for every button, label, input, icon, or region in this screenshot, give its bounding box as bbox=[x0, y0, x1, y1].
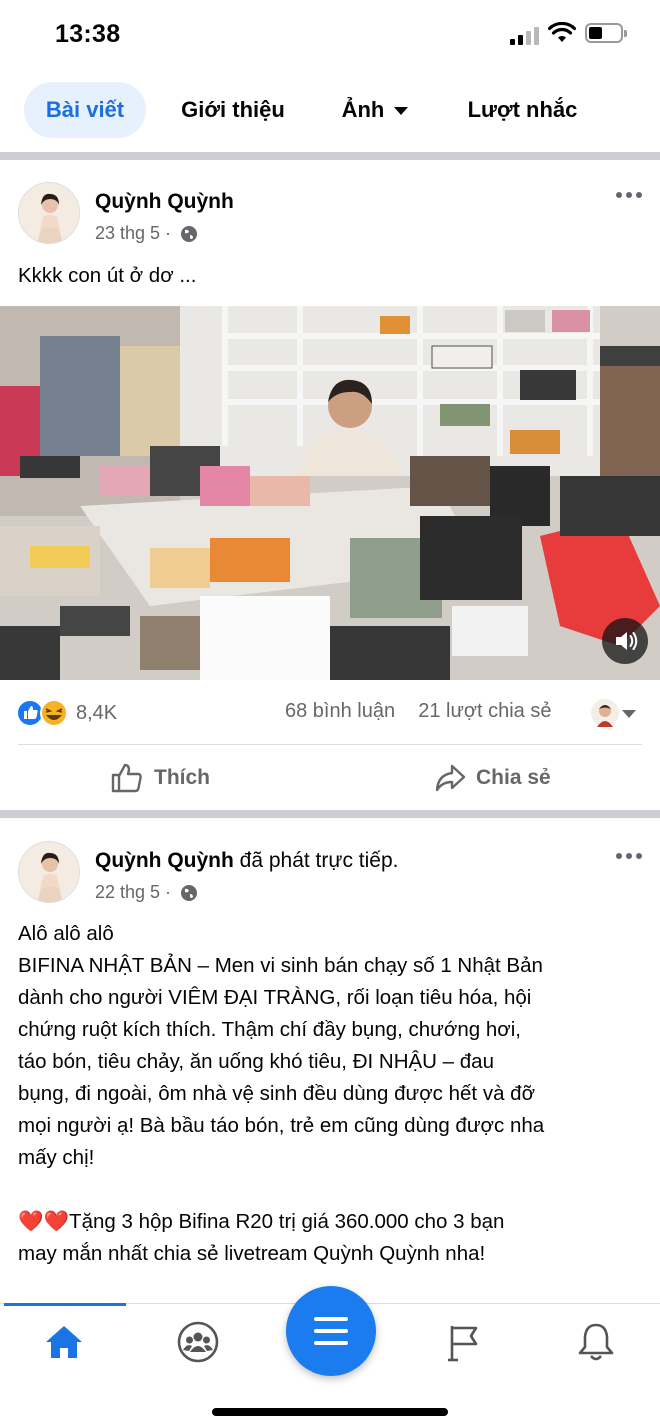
post-line: bụng, đi ngoài, ôm nhà vệ sinh đều dùng … bbox=[18, 1082, 536, 1105]
post-meta: 23 thg 5 · bbox=[95, 223, 198, 244]
pages-flag-icon bbox=[448, 1326, 478, 1362]
post-line: dành cho người VIÊM ĐẠI TRÀNG, rối loạn … bbox=[18, 986, 532, 1009]
speaker-icon bbox=[616, 632, 638, 650]
post-line: táo bón, tiêu chảy, ăn uống khó tiêu, ĐI… bbox=[18, 1050, 494, 1073]
avatar[interactable] bbox=[18, 182, 80, 244]
post-line bbox=[18, 1174, 648, 1206]
post-line: mọi người ạ! Bà bầu táo bón, trẻ em cũng… bbox=[18, 1114, 545, 1137]
nav-home[interactable] bbox=[42, 1320, 86, 1364]
post-line: mấy chị! bbox=[18, 1146, 95, 1169]
globe-icon bbox=[181, 225, 198, 242]
menu-icon bbox=[314, 1317, 348, 1321]
battery-icon bbox=[585, 23, 627, 43]
action-divider bbox=[18, 744, 642, 745]
home-indicator[interactable] bbox=[212, 1408, 448, 1416]
share-arrow-icon bbox=[435, 764, 466, 792]
sound-toggle-button[interactable] bbox=[602, 618, 648, 664]
chevron-down-icon[interactable] bbox=[622, 710, 636, 718]
section-divider bbox=[0, 152, 660, 160]
signal-icon bbox=[510, 25, 540, 45]
reaction-count: 8,4K bbox=[76, 701, 118, 724]
post-date[interactable]: 22 thg 5 · bbox=[95, 882, 171, 903]
tab-posts[interactable]: Bài viết bbox=[24, 82, 146, 138]
reactions-summary[interactable]: 8,4K bbox=[16, 696, 117, 730]
thumbs-up-icon bbox=[111, 763, 142, 793]
chevron-down-icon bbox=[394, 107, 409, 115]
comment-count[interactable]: 68 bình luận bbox=[285, 700, 395, 722]
post-body: Alô alô alô BIFINA NHẬT BẢN – Men vi sin… bbox=[18, 918, 648, 1270]
notifications-bell-icon bbox=[578, 1323, 614, 1361]
status-bar: 13:38 bbox=[0, 0, 660, 66]
share-as-avatar[interactable] bbox=[591, 699, 619, 727]
menu-button[interactable] bbox=[286, 1286, 376, 1376]
status-time: 13:38 bbox=[55, 20, 121, 48]
avatar[interactable] bbox=[18, 841, 80, 903]
section-divider bbox=[0, 810, 660, 818]
post-line: may mắn nhất chia sẻ livetream Quỳnh Quỳ… bbox=[18, 1242, 486, 1265]
active-tab-indicator bbox=[4, 1303, 126, 1306]
nav-notifications[interactable] bbox=[574, 1320, 618, 1364]
post-action-text: đã phát trực tiếp. bbox=[233, 849, 399, 872]
like-button[interactable]: Thích bbox=[110, 758, 210, 798]
more-options-icon[interactable] bbox=[614, 851, 646, 861]
profile-tabs: Bài viết Giới thiệu Ảnh Lượt nhắc bbox=[0, 70, 660, 152]
globe-icon bbox=[181, 884, 198, 901]
post-line: Alô alô alô bbox=[18, 922, 114, 945]
tab-mentions[interactable]: Lượt nhắc bbox=[455, 82, 590, 138]
post-date[interactable]: 23 thg 5 · bbox=[95, 223, 171, 244]
post-stats: 68 bình luận 21 lượt chia sẻ bbox=[285, 700, 551, 723]
post-line: ❤️❤️Tặng 3 hộp Bifina R20 trị giá 360.00… bbox=[18, 1210, 505, 1233]
post-author[interactable]: Quỳnh Quỳnh bbox=[95, 190, 234, 214]
nav-pages[interactable] bbox=[442, 1320, 486, 1364]
tab-about[interactable]: Giới thiệu bbox=[168, 82, 298, 138]
haha-reaction-icon bbox=[40, 699, 68, 727]
post-text: Kkkk con út ở dơ ... bbox=[18, 264, 197, 287]
groups-icon bbox=[177, 1321, 219, 1363]
photo-image bbox=[0, 306, 660, 680]
home-icon bbox=[46, 1326, 82, 1358]
tab-photos[interactable]: Ảnh bbox=[330, 82, 420, 138]
share-count[interactable]: 21 lượt chia sẻ bbox=[418, 700, 551, 722]
share-button[interactable]: Chia sẻ bbox=[434, 758, 551, 798]
nav-groups[interactable] bbox=[176, 1320, 220, 1364]
post-author[interactable]: Quỳnh Quỳnh đã phát trực tiếp. bbox=[95, 849, 398, 873]
wifi-icon bbox=[548, 22, 576, 42]
post-line: BIFINA NHẬT BẢN – Men vi sinh bán chạy s… bbox=[18, 954, 543, 977]
post-line: chứng ruột kích thích. Thậm chí đầy bụng… bbox=[18, 1018, 521, 1041]
more-options-icon[interactable] bbox=[614, 190, 646, 200]
post-photo[interactable] bbox=[0, 306, 660, 680]
post-meta: 22 thg 5 · bbox=[95, 882, 198, 903]
